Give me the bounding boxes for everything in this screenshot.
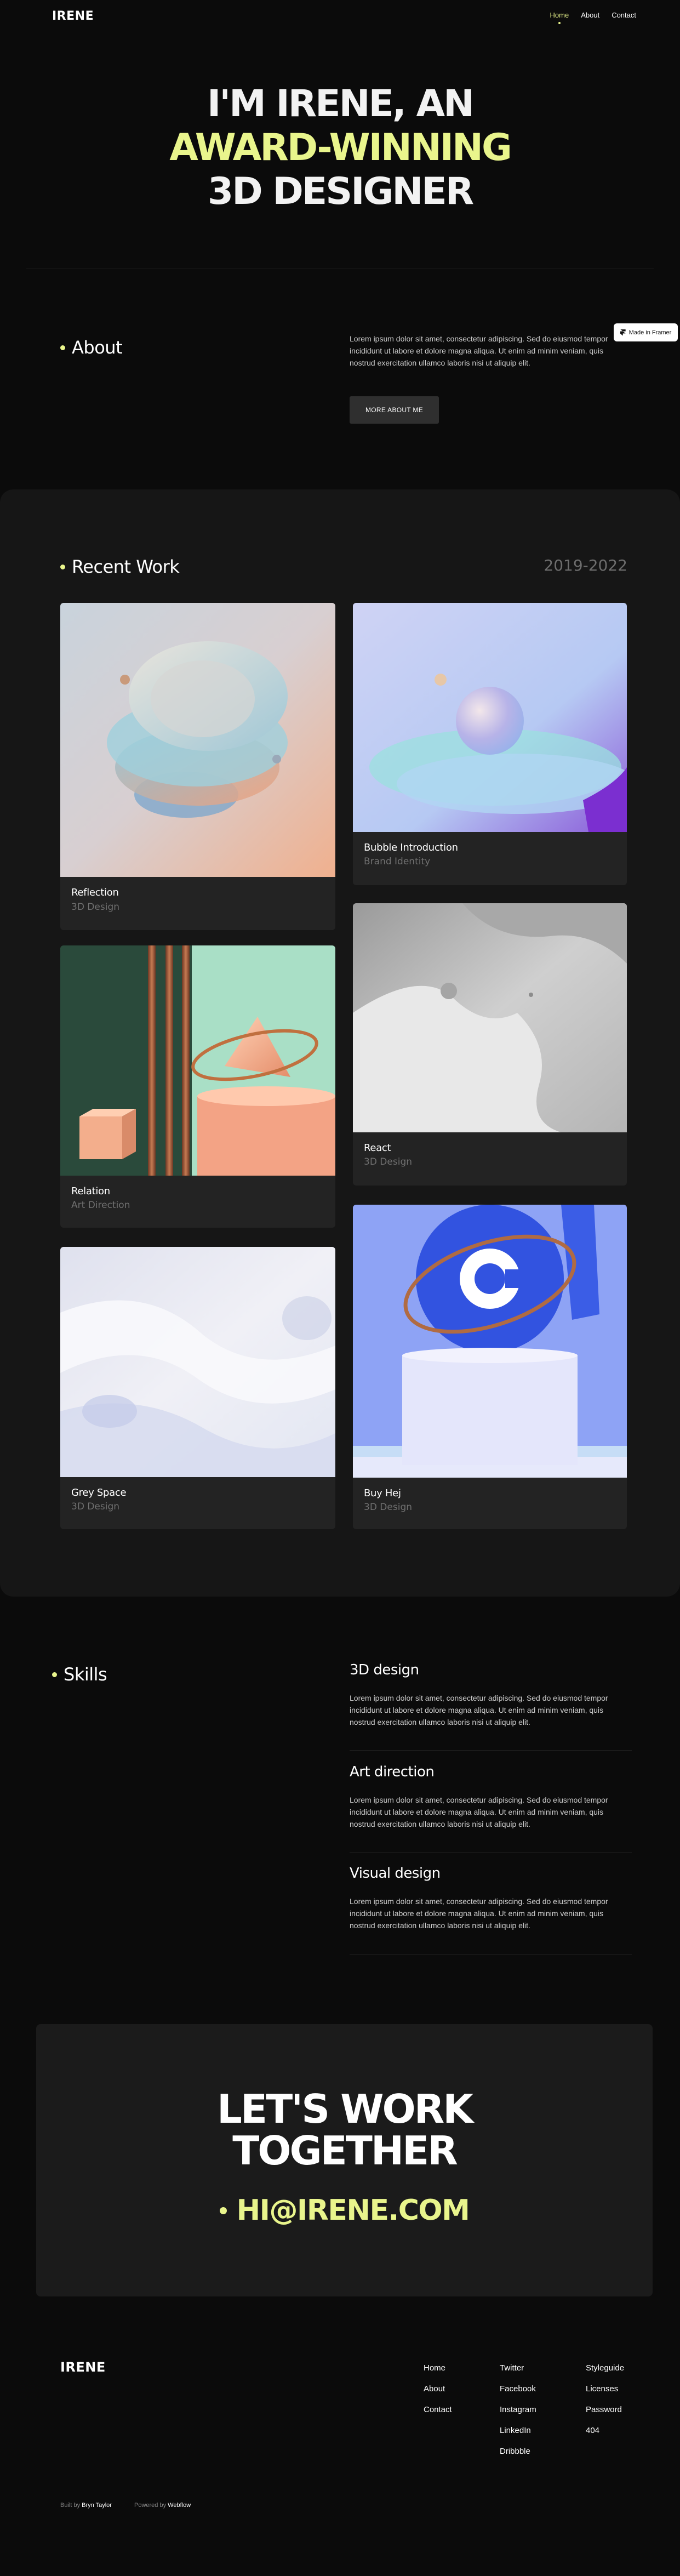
footer-link-twitter[interactable]: Twitter — [500, 2363, 536, 2373]
active-indicator-dot — [558, 22, 561, 24]
cta-line-1: LET'S WORK — [217, 2086, 473, 2132]
project-category: 3D Design — [364, 1156, 413, 1167]
framer-logo-icon — [620, 329, 626, 336]
footer-link-licenses[interactable]: Licenses — [586, 2384, 624, 2394]
project-card-reflection[interactable]: Reflection 3D Design — [60, 603, 335, 930]
project-card-bubble-introduction[interactable]: Bubble Introduction Brand Identity — [353, 603, 627, 885]
skills-title: Skills — [64, 1664, 107, 1685]
footer-utility-column: Styleguide Licenses Password 404 — [586, 2363, 624, 2436]
footer-link-404[interactable]: 404 — [586, 2426, 624, 2436]
project-card-relation[interactable]: Relation Art Direction — [60, 945, 335, 1228]
skill-divider — [350, 1750, 632, 1751]
brand-logo[interactable]: IRENE — [52, 9, 94, 23]
footer-social-column: Twitter Facebook Instagram LinkedIn Drib… — [500, 2363, 536, 2457]
more-about-button[interactable]: MORE ABOUT ME — [350, 396, 439, 424]
project-category: 3D Design — [71, 902, 120, 913]
footer-link-about[interactable]: About — [424, 2384, 452, 2394]
main-nav: Home About Contact — [550, 11, 636, 24]
made-in-framer-badge[interactable]: Made in Framer — [614, 323, 678, 341]
bullet-dot-icon — [60, 564, 65, 569]
framer-badge-label: Made in Framer — [628, 329, 672, 336]
footer-link-dribbble[interactable]: Dribbble — [500, 2447, 536, 2457]
about-title: About — [72, 337, 123, 358]
footer-nav-column: Home About Contact — [424, 2363, 452, 2415]
bullet-dot-icon — [52, 1672, 57, 1677]
project-card-react[interactable]: React 3D Design — [353, 903, 627, 1186]
powered-by-label: Powered by — [134, 2502, 167, 2509]
skill-text-art-direction: Lorem ipsum dolor sit amet, consectetur … — [350, 1796, 608, 1828]
footer-link-password[interactable]: Password — [586, 2405, 624, 2415]
project-category: Brand Identity — [364, 856, 431, 867]
footer-link-contact[interactable]: Contact — [424, 2405, 452, 2415]
project-title: Buy Hej — [364, 1488, 401, 1499]
built-by-label: Built by — [60, 2502, 81, 2509]
built-by-credit: Built by Bryn Taylor — [60, 2502, 112, 2509]
footer-link-linkedin[interactable]: LinkedIn — [500, 2426, 536, 2436]
hero-line-2: AWARD-WINNING — [169, 126, 512, 169]
nav-about-link[interactable]: About — [581, 11, 599, 19]
project-category: 3D Design — [364, 1502, 413, 1513]
reflection-image — [60, 603, 335, 877]
react-image — [353, 903, 627, 1132]
recent-work-heading: Recent Work — [60, 556, 180, 577]
about-heading: About — [60, 337, 123, 358]
skill-title-3d-design: 3D design — [350, 1662, 419, 1678]
skill-text-visual-design: Lorem ipsum dolor sit amet, consectetur … — [350, 1897, 608, 1930]
recent-work-title: Recent Work — [72, 556, 180, 577]
project-card-grey-space[interactable]: Grey Space 3D Design — [60, 1247, 335, 1529]
grey-space-image — [60, 1247, 335, 1477]
skills-heading: Skills — [52, 1664, 107, 1685]
project-title: React — [364, 1142, 391, 1154]
skill-text-3d-design: Lorem ipsum dolor sit amet, consectetur … — [350, 1694, 608, 1726]
bubble-introduction-image — [353, 603, 627, 832]
cta-email: HI@IRENE.COM — [236, 2194, 470, 2227]
bullet-dot-icon — [219, 2207, 227, 2214]
powered-by-credit: Powered by Webflow — [134, 2502, 191, 2509]
relation-image — [60, 945, 335, 1176]
hero-line-1: I'M IRENE, AN — [207, 82, 475, 126]
buy-hej-image — [353, 1205, 627, 1478]
nav-contact-link[interactable]: Contact — [612, 11, 636, 19]
footer-link-facebook[interactable]: Facebook — [500, 2384, 536, 2394]
built-by-name-link[interactable]: Bryn Taylor — [82, 2502, 112, 2509]
about-text: Lorem ipsum dolor sit amet, consectetur … — [350, 334, 608, 367]
project-category: 3D Design — [71, 1501, 120, 1512]
footer-link-styleguide[interactable]: Styleguide — [586, 2363, 624, 2373]
cta-email-link[interactable]: HI@IRENE.COM — [36, 2194, 653, 2227]
footer-logo[interactable]: IRENE — [60, 2360, 106, 2375]
footer-link-instagram[interactable]: Instagram — [500, 2405, 536, 2415]
cta-heading: LET'S WORK TOGETHER — [36, 2088, 653, 2172]
hero-line-3: 3D DESIGNER — [207, 170, 474, 213]
project-title: Relation — [71, 1186, 110, 1197]
project-title: Grey Space — [71, 1487, 127, 1498]
nav-home-label: Home — [550, 11, 569, 19]
project-title: Reflection — [71, 887, 119, 898]
project-category: Art Direction — [71, 1200, 130, 1211]
skill-title-visual-design: Visual design — [350, 1865, 441, 1882]
project-card-buy-hej[interactable]: Buy Hej 3D Design — [353, 1205, 627, 1529]
hero-heading: I'M IRENE, AN AWARD-WINNING 3D DESIGNER — [0, 82, 680, 214]
skill-title-art-direction: Art direction — [350, 1764, 435, 1780]
project-title: Bubble Introduction — [364, 842, 458, 853]
nav-home-link[interactable]: Home — [550, 11, 569, 24]
work-years: 2019-2022 — [544, 556, 627, 574]
bullet-dot-icon — [60, 345, 65, 350]
footer-link-home[interactable]: Home — [424, 2363, 452, 2373]
powered-by-name-link[interactable]: Webflow — [168, 2502, 191, 2509]
cta-line-2: TOGETHER — [232, 2128, 458, 2174]
